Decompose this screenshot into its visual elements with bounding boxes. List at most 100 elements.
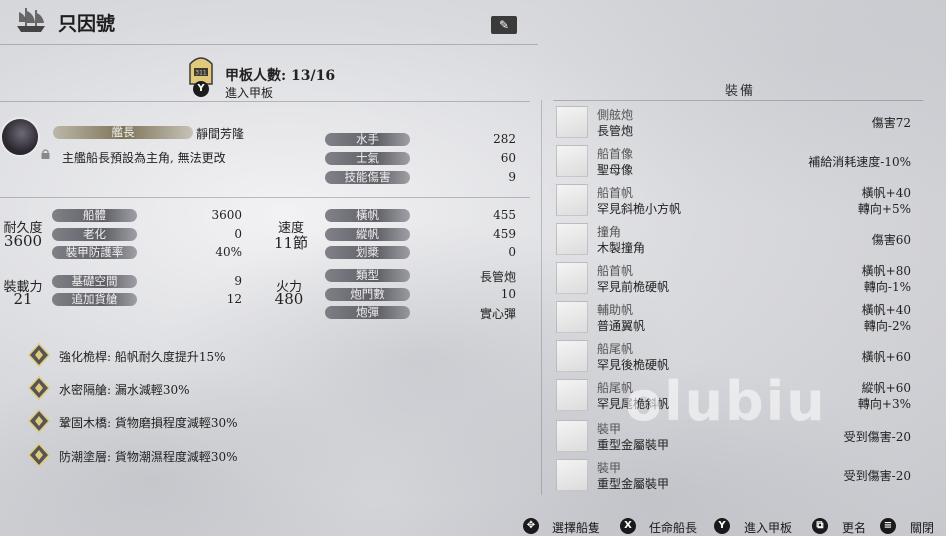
stat-value-skill-damage: 9: [508, 170, 516, 184]
close-label[interactable]: 關閉: [910, 519, 934, 536]
select-ship-label[interactable]: 選擇船隻: [552, 519, 600, 536]
equipment-stat: 受到傷害-20: [843, 430, 911, 444]
equipment-divider: [553, 100, 923, 101]
sail-icon: [556, 262, 588, 294]
equipment-name: 重型金屬裝甲: [597, 477, 670, 491]
aging-label: 老化: [52, 228, 137, 241]
equipment-slot[interactable]: 船首像 聖母像 補給消耗速度-10%: [553, 143, 917, 179]
menu-button-icon[interactable]: ≡: [880, 518, 896, 534]
lock-icon: [41, 149, 50, 159]
sail-icon: [556, 340, 588, 372]
equipment-slot[interactable]: 船首帆 罕見前桅硬帆 橫帆+80 轉向-1%: [553, 260, 917, 296]
armor-icon: [556, 459, 588, 491]
equipment-slot[interactable]: 船尾帆 罕見後桅硬帆 橫帆+60: [553, 338, 917, 374]
ram-icon: [556, 223, 588, 255]
captain-note: 主艦船長預設為主角, 無法更改: [62, 151, 226, 165]
firepower-value: 480: [274, 290, 304, 308]
gun-ports-value: 10: [500, 287, 516, 301]
extra-hold-label: 追加貨艙: [52, 293, 137, 306]
ship-name: 只因號: [58, 13, 116, 35]
equipment-slot[interactable]: 撞角 木製撞角 傷害60: [553, 221, 917, 257]
skill-shield-icon[interactable]: [27, 409, 51, 433]
hull-label: 船體: [52, 209, 137, 222]
equipment-slot[interactable]: 側舷炮 長管炮 傷害72: [553, 104, 917, 140]
base-space-label: 基礎空間: [52, 275, 137, 288]
capacity-value: 21: [13, 290, 33, 308]
equipment-type: 裝甲: [597, 461, 622, 475]
skill-shield-icon[interactable]: [27, 343, 51, 367]
equipment-type: 側舷炮: [597, 108, 634, 122]
armor-rate-label: 裝甲防護率: [52, 246, 137, 259]
equipment-stat: 轉向+5%: [857, 202, 911, 216]
footer-controls: ✥ 選擇船隻 X 任命船長 Y 進入甲板 ⧉ 更名 ≡ 關閉: [0, 509, 946, 536]
armor-rate-value: 40%: [215, 245, 242, 259]
equipment-name: 罕見斜桅小方帆: [597, 202, 682, 216]
equipment-name: 罕見前桅硬帆: [597, 280, 670, 294]
view-button-icon[interactable]: ⧉: [812, 518, 828, 534]
captain-avatar[interactable]: [0, 117, 40, 157]
equipment-stat: 受到傷害-20: [843, 469, 911, 483]
edit-name-button[interactable]: ✎: [491, 16, 517, 34]
equipment-stat: 橫帆+80: [861, 264, 911, 278]
skill-shield-icon[interactable]: [27, 376, 51, 400]
equipment-type: 裝甲: [597, 422, 622, 436]
edit-icon: ✎: [498, 18, 510, 32]
equipment-slot[interactable]: 裝甲 重型金屬裝甲 受到傷害-20: [553, 457, 917, 493]
appoint-captain-label[interactable]: 任命船長: [649, 519, 697, 536]
equipment-type: 船首帆: [597, 186, 634, 200]
aging-value: 0: [234, 227, 242, 241]
durability-value: 3600: [3, 232, 43, 250]
skill-shield-icon[interactable]: [27, 443, 51, 467]
equipment-stat: 轉向-1%: [863, 280, 911, 294]
sail-icon: [556, 301, 588, 333]
skill-text: 水密隔艙: 漏水減輕30%: [59, 383, 190, 397]
rename-label[interactable]: 更名: [842, 519, 866, 536]
stat-label-skill-damage: 技能傷害: [325, 171, 410, 184]
panel-divider: [541, 100, 542, 495]
header: 只因號 ✎: [0, 0, 538, 42]
stat-label-morale: 士氣: [325, 152, 410, 165]
cannon-type-label: 類型: [325, 269, 410, 282]
enter-deck-footer-label[interactable]: 進入甲板: [744, 519, 792, 536]
gun-ports-label: 炮門數: [325, 288, 410, 301]
enter-deck-label[interactable]: 進入甲板: [225, 84, 273, 101]
equipment-type: 船首帆: [597, 264, 634, 278]
skill-text: 強化桅桿: 船帆耐久度提升15%: [59, 350, 226, 364]
equipment-name: 普通翼帆: [597, 319, 646, 333]
stat-value-morale: 60: [500, 151, 516, 165]
equipment-slot[interactable]: 船首帆 罕見斜桅小方帆 橫帆+40 轉向+5%: [553, 182, 917, 218]
ship-icon: [17, 8, 45, 32]
equipment-type: 撞角: [597, 225, 622, 239]
square-sail-label: 橫帆: [325, 209, 410, 222]
dpad-icon[interactable]: ✥: [523, 518, 539, 534]
ammo-label: 炮彈: [325, 306, 410, 319]
figurehead-icon: [556, 145, 588, 177]
skill-text: 鞏固木橋: 貨物磨損程度減輕30%: [59, 416, 238, 430]
equipment-slot[interactable]: 輔助帆 普通翼帆 橫帆+40 轉向-2%: [553, 299, 917, 335]
skill-text: 防潮塗層: 貨物潮濕程度減輕30%: [59, 450, 238, 464]
hull-value: 3600: [211, 208, 242, 222]
equipment-type: 船尾帆: [597, 342, 634, 356]
cannon-type-value: 長管炮: [479, 270, 516, 284]
deck-y-button[interactable]: Y: [193, 81, 209, 97]
deck-count: 甲板人數: 13/16: [225, 68, 336, 84]
deck-divider: [0, 101, 530, 102]
equipment-stat: 縱帆+60: [861, 381, 911, 395]
header-divider: [0, 44, 538, 45]
equipment-type: 船首像: [597, 147, 634, 161]
captain-name: 靜間芳隆: [196, 127, 245, 141]
extra-hold-value: 12: [226, 292, 242, 306]
y-button-icon[interactable]: Y: [714, 518, 730, 534]
equipment-stat: 補給消耗速度-10%: [808, 155, 911, 169]
equipment-name: 長管炮: [597, 124, 634, 138]
ammo-value: 實心彈: [479, 307, 516, 321]
equipment-name: 木製撞角: [597, 241, 646, 255]
watermark: olubiu: [625, 370, 827, 433]
equipment-stat: 橫帆+40: [861, 186, 911, 200]
stats-divider: [0, 197, 530, 198]
x-button-icon[interactable]: X: [620, 518, 636, 534]
stat-label-sailors: 水手: [325, 133, 410, 146]
deck-door-number: 311: [195, 70, 207, 77]
captain-tag: 艦長: [53, 126, 193, 139]
oars-label: 划槳: [325, 246, 410, 259]
